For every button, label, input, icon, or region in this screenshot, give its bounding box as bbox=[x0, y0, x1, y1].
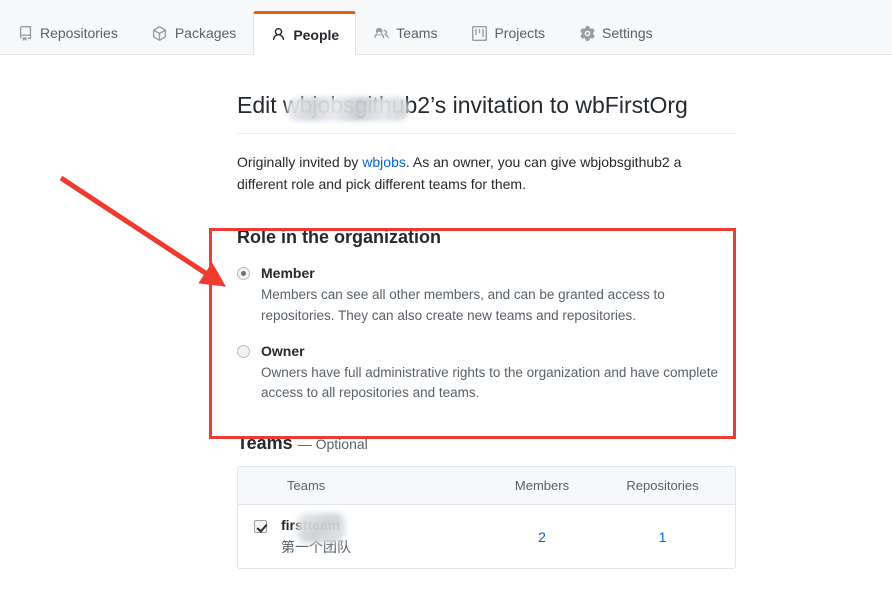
teams-heading-label: Teams bbox=[237, 433, 293, 454]
role-option-owner-description: Owners have full administrative rights t… bbox=[261, 364, 718, 400]
team-cell: firstteam 第一个团队 bbox=[238, 513, 488, 556]
role-option-owner-body: Owner Owners have full administrative ri… bbox=[261, 342, 737, 403]
org-nav-tabs: Repositories Packages People Teams Proje… bbox=[0, 10, 670, 55]
tab-settings[interactable]: Settings bbox=[562, 11, 670, 54]
page-title: Edit wbjobsgithub2’s invitation to wbFir… bbox=[237, 92, 737, 134]
pointer-arrow bbox=[59, 175, 227, 287]
role-option-owner-label[interactable]: Owner bbox=[261, 342, 737, 361]
invitation-description: Originally invited by wbjobs. As an owne… bbox=[237, 152, 735, 195]
tab-people[interactable]: People bbox=[253, 11, 357, 55]
teams-section: Teams — Optional Teams Members Repositor… bbox=[237, 433, 737, 570]
team-name[interactable]: firstteam bbox=[281, 516, 351, 534]
role-option-member-body: Member Members can see all other members… bbox=[261, 264, 737, 325]
role-section: Role in the organization Member Members … bbox=[237, 227, 737, 403]
team-members-count[interactable]: 2 bbox=[538, 529, 546, 545]
tab-teams[interactable]: Teams bbox=[356, 11, 454, 54]
tab-people-label: People bbox=[293, 26, 340, 43]
role-option-owner[interactable]: Owner Owners have full administrative ri… bbox=[237, 342, 737, 403]
teams-section-title: Teams — Optional bbox=[237, 433, 737, 454]
team-description: 第一个团队 bbox=[281, 538, 351, 555]
team-repositories-cell: 1 bbox=[596, 529, 735, 545]
role-option-member-label[interactable]: Member bbox=[261, 264, 737, 283]
tab-repositories[interactable]: Repositories bbox=[0, 11, 135, 54]
tab-teams-label: Teams bbox=[396, 25, 438, 41]
role-option-member-description: Members can see all other members, and c… bbox=[261, 287, 665, 323]
column-header-repositories: Repositories bbox=[626, 478, 699, 494]
invitation-edit-page: Edit wbjobsgithub2’s invitation to wbFir… bbox=[237, 92, 737, 570]
teams-icon bbox=[373, 25, 389, 41]
teams-heading-optional: — Optional bbox=[297, 436, 368, 453]
team-members-cell: 2 bbox=[488, 529, 596, 545]
teams-table: Teams Members Repositories firstteam 第一个… bbox=[237, 466, 736, 570]
role-section-title: Role in the organization bbox=[237, 227, 442, 248]
tab-repositories-label: Repositories bbox=[40, 25, 118, 41]
inviter-link[interactable]: wbjobs bbox=[362, 154, 406, 170]
radio-owner[interactable] bbox=[237, 344, 250, 358]
tab-projects[interactable]: Projects bbox=[454, 11, 562, 54]
tab-settings-label: Settings bbox=[602, 25, 653, 41]
team-checkbox[interactable] bbox=[254, 520, 267, 534]
team-repositories-count[interactable]: 1 bbox=[659, 529, 667, 545]
tab-packages[interactable]: Packages bbox=[135, 11, 253, 54]
lede-prefix: Originally invited by bbox=[237, 154, 363, 170]
person-icon bbox=[270, 27, 286, 43]
role-option-member[interactable]: Member Members can see all other members… bbox=[237, 264, 737, 325]
team-identity: firstteam 第一个团队 bbox=[281, 513, 351, 556]
teams-table-header: Teams Members Repositories bbox=[238, 467, 735, 506]
page-title-text: Edit wbjobsgithub2’s invitation to wbFir… bbox=[237, 92, 688, 118]
project-icon bbox=[471, 25, 487, 41]
tab-packages-label: Packages bbox=[174, 25, 237, 41]
column-header-teams: Teams bbox=[287, 478, 326, 494]
tab-projects-label: Projects bbox=[494, 25, 546, 41]
column-header-members: Members bbox=[514, 478, 570, 494]
table-row[interactable]: firstteam 第一个团队 2 1 bbox=[238, 505, 735, 568]
radio-member[interactable] bbox=[237, 267, 250, 281]
repo-icon bbox=[17, 25, 33, 41]
org-nav-tabbar: Repositories Packages People Teams Proje… bbox=[0, 0, 892, 55]
package-icon bbox=[152, 25, 168, 41]
gear-icon bbox=[579, 25, 595, 41]
